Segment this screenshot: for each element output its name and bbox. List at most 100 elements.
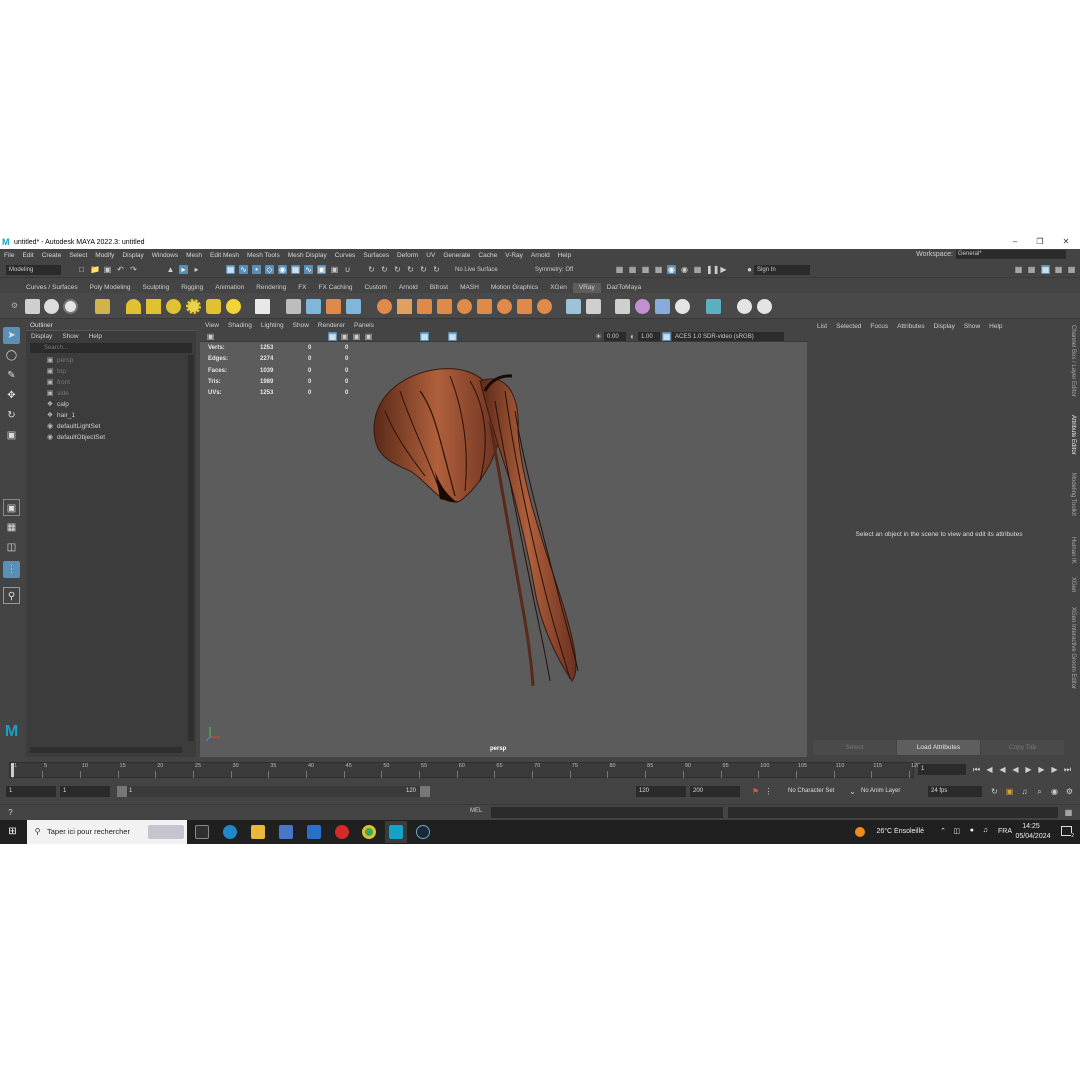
cache-playback-icon[interactable]: ◉ [1050, 787, 1059, 796]
select-object-icon[interactable]: ▸ [179, 265, 188, 274]
exposure-icon[interactable]: ☀ [594, 332, 603, 341]
subdivision-icon[interactable] [517, 299, 532, 314]
viewport-menu-renderer[interactable]: Renderer [318, 321, 345, 331]
shelf-menu-icon[interactable]: ⚙ [10, 301, 19, 310]
live-surface-field[interactable]: No Live Surface [452, 265, 518, 275]
workspace-dropdown[interactable]: General* [956, 250, 1066, 259]
loop-icon[interactable]: ↻ [990, 787, 999, 796]
step-back-key-icon[interactable]: ◀ [985, 765, 994, 774]
paint-select-tool-icon[interactable]: ✎ [3, 367, 20, 384]
menu-display[interactable]: Display [122, 252, 143, 259]
outliner-menu-display[interactable]: Display [31, 331, 52, 342]
shelf-tab-custom[interactable]: Custom [358, 283, 392, 293]
store-icon[interactable] [279, 825, 293, 839]
ae-menu-focus[interactable]: Focus [870, 321, 888, 332]
step-forward-key-icon[interactable]: ▶ [1050, 765, 1059, 774]
ae-select-button[interactable]: Select [813, 740, 896, 755]
menu-mesh-display[interactable]: Mesh Display [288, 252, 327, 259]
outliner-item-default-light-set[interactable]: ◉ defaultLightSet [46, 422, 100, 432]
viewport-menu-lighting[interactable]: Lighting [261, 321, 284, 331]
proxy-import-icon[interactable] [306, 299, 321, 314]
scatter-icon[interactable] [437, 299, 452, 314]
outliner-layout-icon[interactable]: ⋮ [3, 561, 20, 578]
outliner-item-hair-1[interactable]: ❖ hair_1 [46, 411, 75, 421]
command-input[interactable] [491, 807, 723, 818]
tab-modeling-toolkit[interactable]: Modeling Toolkit [1070, 473, 1076, 516]
step-forward-frame-icon[interactable]: ▶ [1037, 765, 1046, 774]
decal-icon[interactable] [417, 299, 432, 314]
shelf-tab-animation[interactable]: Animation [209, 283, 250, 293]
four-pane-layout-icon[interactable]: ▦ [3, 519, 20, 536]
steam-icon[interactable] [416, 825, 430, 839]
object-properties-icon[interactable] [537, 299, 552, 314]
tab-human-ik[interactable]: Human IK [1070, 537, 1076, 564]
scale-tool-icon[interactable]: ▣ [3, 427, 20, 444]
color-picker-icon[interactable] [675, 299, 690, 314]
stereo-camera-icon[interactable] [586, 299, 601, 314]
tab-xgen[interactable]: XGen [1070, 577, 1076, 592]
shelf-tab-curves-surfaces[interactable]: Curves / Surfaces [20, 283, 84, 293]
two-pane-layout-icon[interactable]: ◫ [3, 539, 20, 556]
tab-xgen-groom-editor[interactable]: XGen Interactive Groom Editor [1070, 607, 1076, 689]
restore-button[interactable]: ❐ [1028, 235, 1052, 249]
animation-end-field[interactable]: 200 [690, 786, 740, 797]
ae-load-attributes-button[interactable]: Load Attributes [897, 740, 980, 755]
ae-menu-selected[interactable]: Selected [836, 321, 861, 332]
wifi-icon[interactable]: ● [970, 827, 974, 834]
menu-generate[interactable]: Generate [443, 252, 470, 259]
redo-icon[interactable]: ↷ [129, 265, 138, 274]
lights-icon[interactable]: ▣ [364, 332, 373, 341]
shelf-tab-daztomaya[interactable]: DazToMaya [601, 283, 647, 293]
fps-dropdown[interactable]: 24 fps [928, 786, 982, 797]
wireframe-icon[interactable]: ▦ [328, 332, 337, 341]
hypershade-icon[interactable]: ▦ [654, 265, 663, 274]
viewport-menu-panels[interactable]: Panels [354, 321, 374, 331]
shelf-tab-rendering[interactable]: Rendering [250, 283, 292, 293]
menu-curves[interactable]: Curves [335, 252, 356, 259]
step-back-frame-icon[interactable]: ◀ [998, 765, 1007, 774]
shelf-tab-sculpting[interactable]: Sculpting [137, 283, 176, 293]
menu-modify[interactable]: Modify [95, 252, 114, 259]
outliner-item-persp[interactable]: ▣ persp [46, 356, 74, 366]
fur-2-icon[interactable] [457, 299, 472, 314]
input-ops-icon[interactable]: ↻ [380, 265, 389, 274]
lock-icon[interactable]: ▣ [330, 265, 339, 274]
symmetry-dropdown[interactable]: Symmetry: Off [532, 265, 588, 275]
snap-point-icon[interactable]: • [252, 265, 261, 274]
outliner-item-top[interactable]: ▣ top [46, 367, 66, 377]
minimize-button[interactable]: – [1003, 235, 1027, 249]
viewport-panel[interactable]: View Shading Lighting Show Renderer Pane… [200, 321, 807, 757]
vray-vfb-shelf-icon[interactable] [63, 299, 78, 314]
xray-icon[interactable]: ▦ [420, 332, 429, 341]
language-indicator[interactable]: FRA [998, 828, 1012, 835]
material-icon[interactable] [615, 299, 630, 314]
render-settings-icon[interactable]: ▦ [641, 265, 650, 274]
clock-date[interactable]: 05/04/2024 [1013, 833, 1053, 840]
scene-import-icon[interactable] [326, 299, 341, 314]
clipper-icon[interactable] [397, 299, 412, 314]
range-slider-start-handle[interactable] [117, 786, 127, 797]
shelf-tab-arnold[interactable]: Arnold [393, 283, 424, 293]
snap-curve-icon[interactable]: ∿ [239, 265, 248, 274]
snap-grid2-icon[interactable]: ▦ [291, 265, 300, 274]
hair-model[interactable] [340, 361, 610, 711]
menu-surfaces[interactable]: Surfaces [363, 252, 389, 259]
play-icon[interactable]: ▶ [719, 265, 728, 274]
vray-settings-icon[interactable] [737, 299, 752, 314]
range-slider[interactable]: 1 120 [117, 786, 430, 797]
shelf-tab-poly-modeling[interactable]: Poly Modeling [84, 283, 137, 293]
open-scene-icon[interactable]: 📁 [90, 265, 100, 274]
outliner-menu-show[interactable]: Show [62, 331, 78, 342]
snap-surface-icon[interactable]: ▣ [317, 265, 326, 274]
render-view-icon[interactable]: ▦ [615, 265, 624, 274]
playback-start-field[interactable]: 1 [60, 786, 110, 797]
vray-ipr-shelf-icon[interactable] [44, 299, 59, 314]
vray-logo-icon[interactable] [757, 299, 772, 314]
plane-icon[interactable] [255, 299, 270, 314]
file-explorer-icon[interactable] [251, 825, 265, 839]
shelf-tab-bifrost[interactable]: Bifrost [424, 283, 454, 293]
vray-render-icon[interactable]: ◉ [667, 265, 676, 274]
shelf-tab-vray[interactable]: VRay [572, 283, 601, 293]
sun-light-icon[interactable] [226, 299, 241, 314]
shelf-tab-fx-caching[interactable]: FX Caching [313, 283, 359, 293]
